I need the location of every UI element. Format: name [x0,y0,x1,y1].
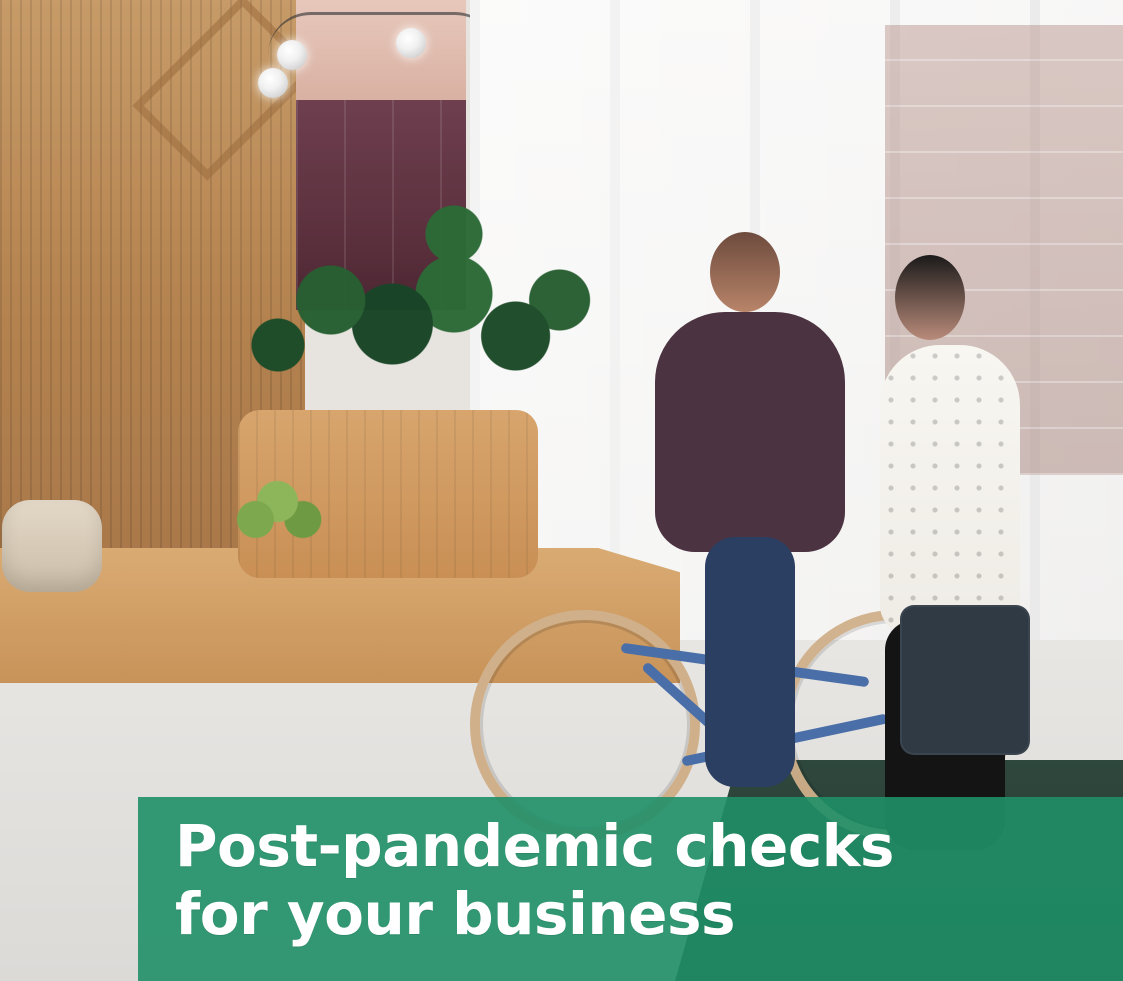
man [610,232,870,792]
small-plant [228,470,338,560]
pendant-light [396,28,426,58]
caption-line-2: for your business [175,880,736,948]
page: Post-pandemic checks for your business [0,0,1123,981]
caption-line-1: Post-pandemic checks [175,812,894,880]
briefcase [900,605,1030,755]
pendant-light [258,68,288,98]
caption-text: Post-pandemic checks for your business [175,812,894,948]
woman [860,255,1080,865]
pouf [2,500,102,592]
man-legs [705,537,795,787]
woman-blouse [880,345,1020,635]
man-torso [655,312,845,552]
man-head [710,232,780,312]
woman-head [895,255,965,340]
pendant-light [277,40,307,70]
